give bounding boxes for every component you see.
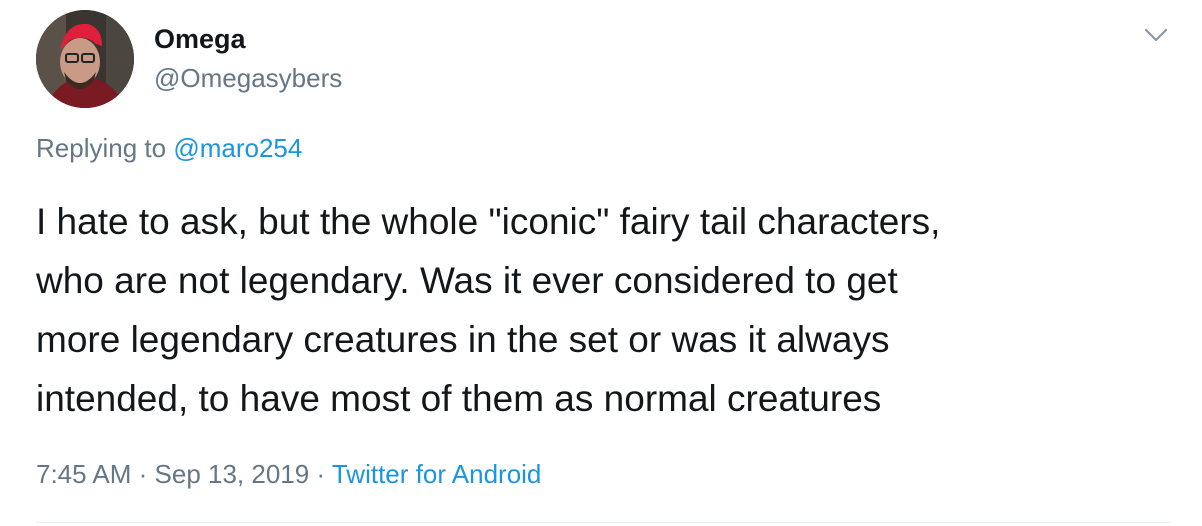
- avatar[interactable]: [36, 10, 134, 108]
- meta-separator: ·: [309, 459, 332, 489]
- tweet-text-line: more legendary creatures in the set or w…: [36, 319, 890, 360]
- tweet-text-line: I hate to ask, but the whole "iconic" fa…: [36, 201, 941, 242]
- replying-to: Replying to @maro254: [36, 132, 302, 164]
- author-display-name[interactable]: Omega: [154, 24, 246, 54]
- chevron-down-icon[interactable]: [1138, 20, 1174, 50]
- author-handle[interactable]: @Omegasybers: [154, 63, 342, 93]
- tweet-time[interactable]: 7:45 AM: [36, 459, 131, 489]
- tweet-date[interactable]: Sep 13, 2019: [155, 459, 310, 489]
- avatar-image: [36, 10, 134, 108]
- meta-separator: ·: [131, 459, 155, 489]
- divider: [36, 522, 1171, 523]
- tweet-text-line: intended, to have most of them as normal…: [36, 378, 882, 419]
- replying-to-prefix: Replying to: [36, 133, 167, 163]
- tweet-text-line: who are not legendary. Was it ever consi…: [36, 260, 898, 301]
- tweet-metadata: 7:45 AM · Sep 13, 2019 · Twitter for And…: [36, 458, 541, 490]
- replying-to-mention-link[interactable]: @maro254: [173, 133, 302, 163]
- tweet-card: Omega @Omegasybers Replying to @maro254 …: [0, 0, 1202, 526]
- tweet-source-link[interactable]: Twitter for Android: [332, 459, 542, 489]
- tweet-text: I hate to ask, but the whole "iconic" fa…: [36, 192, 1176, 428]
